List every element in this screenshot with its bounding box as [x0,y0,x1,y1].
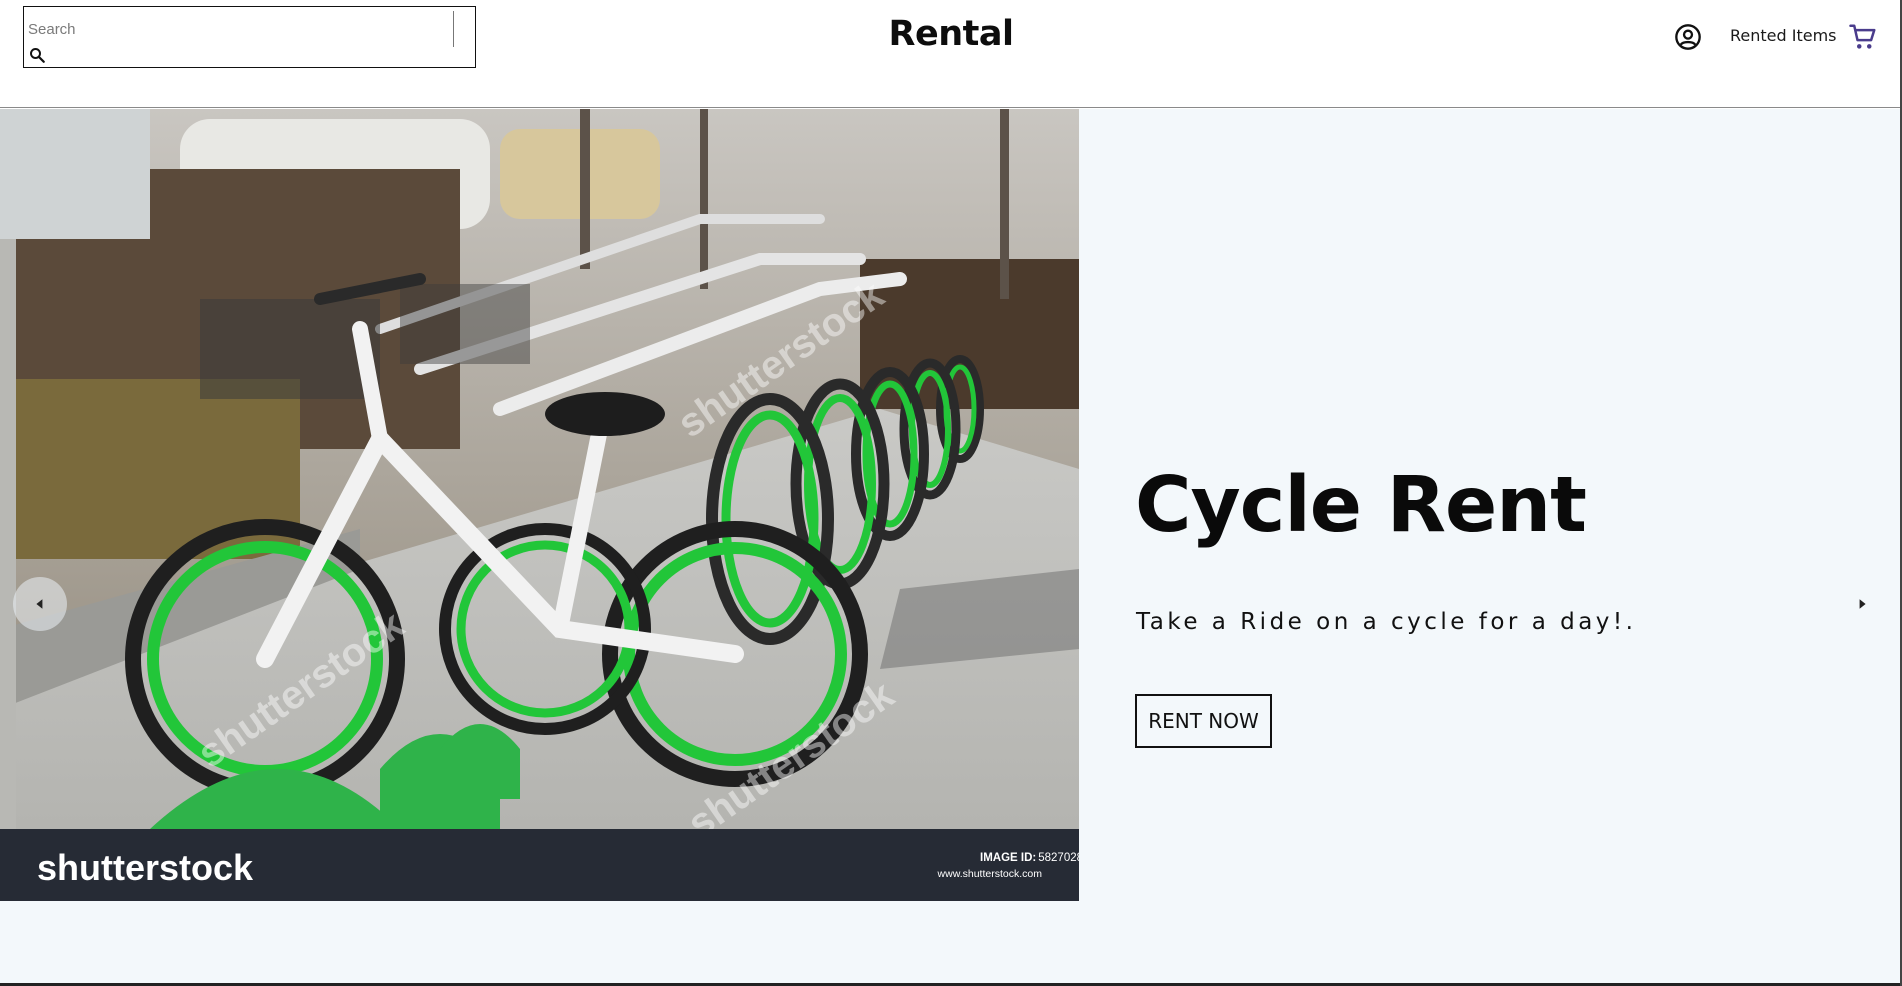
hero-image-bikes: shutterstock shutterstock shutterstock s… [0,109,1079,901]
image-id-value: 582702853 [1038,852,1079,864]
chevron-right-icon [1859,599,1866,609]
image-id-label: IMAGE ID: [980,852,1036,864]
slide-title: Cycle Rent [1135,461,1587,550]
search-box [23,6,476,68]
watermark-brand: shutterstock [37,847,254,888]
carousel-prev-button[interactable] [13,577,67,631]
search-input[interactable] [26,11,454,47]
rent-now-button[interactable]: RENT NOW [1135,694,1272,748]
shopping-cart-icon[interactable] [1848,22,1878,52]
rented-items-link[interactable]: Rented Items [1730,26,1837,45]
carousel-next-button[interactable] [1835,577,1889,631]
slide-subtitle: Take a Ride on a cycle for a day!. [1136,609,1637,635]
account-circle-icon[interactable] [1674,23,1702,51]
chevron-left-icon [36,599,43,609]
search-icon[interactable] [28,46,46,64]
bike-rental-photo: shutterstock shutterstock shutterstock s… [0,109,1079,901]
hero-carousel: shutterstock shutterstock shutterstock s… [0,109,1902,986]
watermark-site: www.shutterstock.com [937,868,1043,880]
site-header: Rental Rented Items [0,0,1902,108]
